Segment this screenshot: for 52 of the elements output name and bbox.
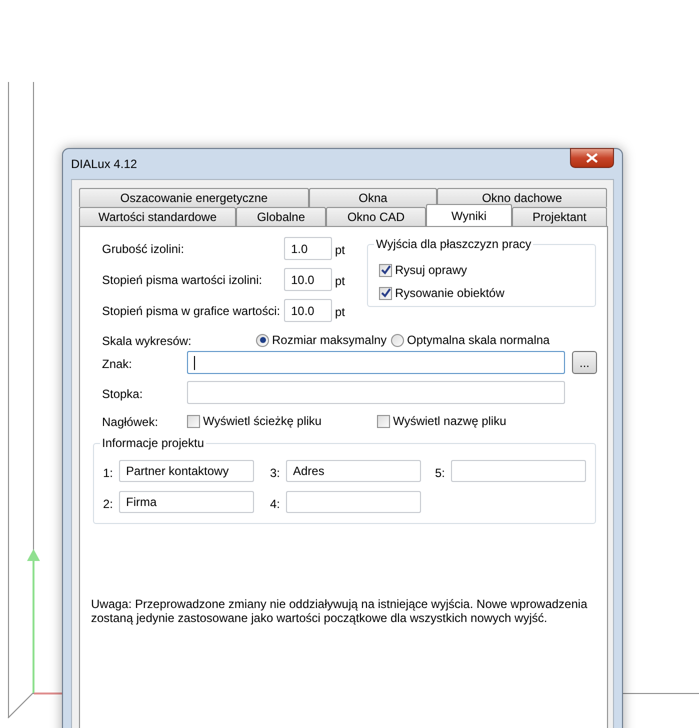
checkbox[interactable]	[379, 286, 392, 300]
input-field[interactable]	[286, 491, 421, 513]
field-label: Grubość izolini:	[102, 241, 184, 258]
tab[interactable]: Projektant	[512, 207, 607, 226]
field-label: 4:	[270, 496, 280, 513]
note-text: Uwaga: Przeprowadzone zmiany nie oddziaływują na istniejące wyjścia. Nowe wprowadzenia zostaną jedynie zastosowane jako wartości początkowe dla wszystkich nowych wyjść.	[91, 597, 588, 625]
input-field[interactable]: 10.0	[284, 299, 332, 322]
tab[interactable]: Okno dachowe	[437, 188, 607, 207]
browse-button[interactable]: ...	[572, 351, 597, 374]
field-label: Znak:	[102, 356, 132, 373]
input-field[interactable]: 1.0	[284, 237, 332, 260]
radio-label: Rozmiar maksymalny	[272, 332, 387, 349]
unit-label: pt	[335, 304, 346, 321]
input-field[interactable]	[187, 351, 565, 374]
field-label: Stopień pisma w grafice wartości:	[102, 303, 280, 320]
field-label: 3:	[270, 465, 280, 482]
field-label: 5:	[435, 465, 446, 482]
close-icon	[586, 153, 598, 163]
field-label: Skala wykresów:	[102, 333, 192, 350]
tab[interactable]: Wyniki	[426, 204, 512, 226]
tab[interactable]: Okna	[309, 188, 437, 207]
tab[interactable]: Oszacowanie energetyczne	[79, 188, 309, 207]
input-field[interactable]: Partner kontaktowy	[119, 460, 254, 482]
checkbox[interactable]	[379, 264, 392, 276]
field-label: Nagłówek:	[102, 414, 158, 431]
checkbox[interactable]	[187, 414, 200, 428]
field-label: 2:	[103, 496, 114, 513]
input-field[interactable]: 10.0	[284, 268, 332, 291]
radio-label: Optymalna skala normalna	[407, 332, 550, 349]
checkbox-label: Wyświetl ścieżkę pliku	[203, 413, 322, 430]
checkbox[interactable]	[377, 414, 390, 428]
field-label: Stopień pisma wartości izolini:	[102, 272, 262, 289]
unit-label: pt	[335, 242, 346, 259]
input-field[interactable]: Firma	[119, 491, 254, 513]
radio-button[interactable]	[391, 334, 404, 346]
input-field[interactable]	[451, 460, 586, 482]
input-field[interactable]	[187, 381, 565, 404]
radio-button[interactable]	[256, 334, 269, 346]
checkbox-label: Wyświetl nazwę pliku	[393, 413, 506, 430]
tab[interactable]: Okno CAD	[326, 207, 426, 226]
field-label: 1:	[103, 465, 114, 482]
unit-label: pt	[335, 273, 346, 290]
window-title: DIALux 4.12	[71, 156, 138, 173]
group-title: Informacje projektu	[100, 436, 206, 450]
checkbox-label: Rysowanie obiektów	[395, 285, 504, 302]
group-title: Wyjścia dla płaszczyzn pracy	[374, 237, 534, 251]
tab[interactable]: Globalne	[236, 207, 326, 226]
close-button[interactable]	[570, 148, 614, 168]
checkbox-label: Rysuj oprawy	[395, 262, 468, 279]
input-field[interactable]: Adres	[286, 460, 421, 482]
field-label: Stopka:	[102, 386, 143, 403]
tab[interactable]: Wartości standardowe	[79, 207, 236, 226]
